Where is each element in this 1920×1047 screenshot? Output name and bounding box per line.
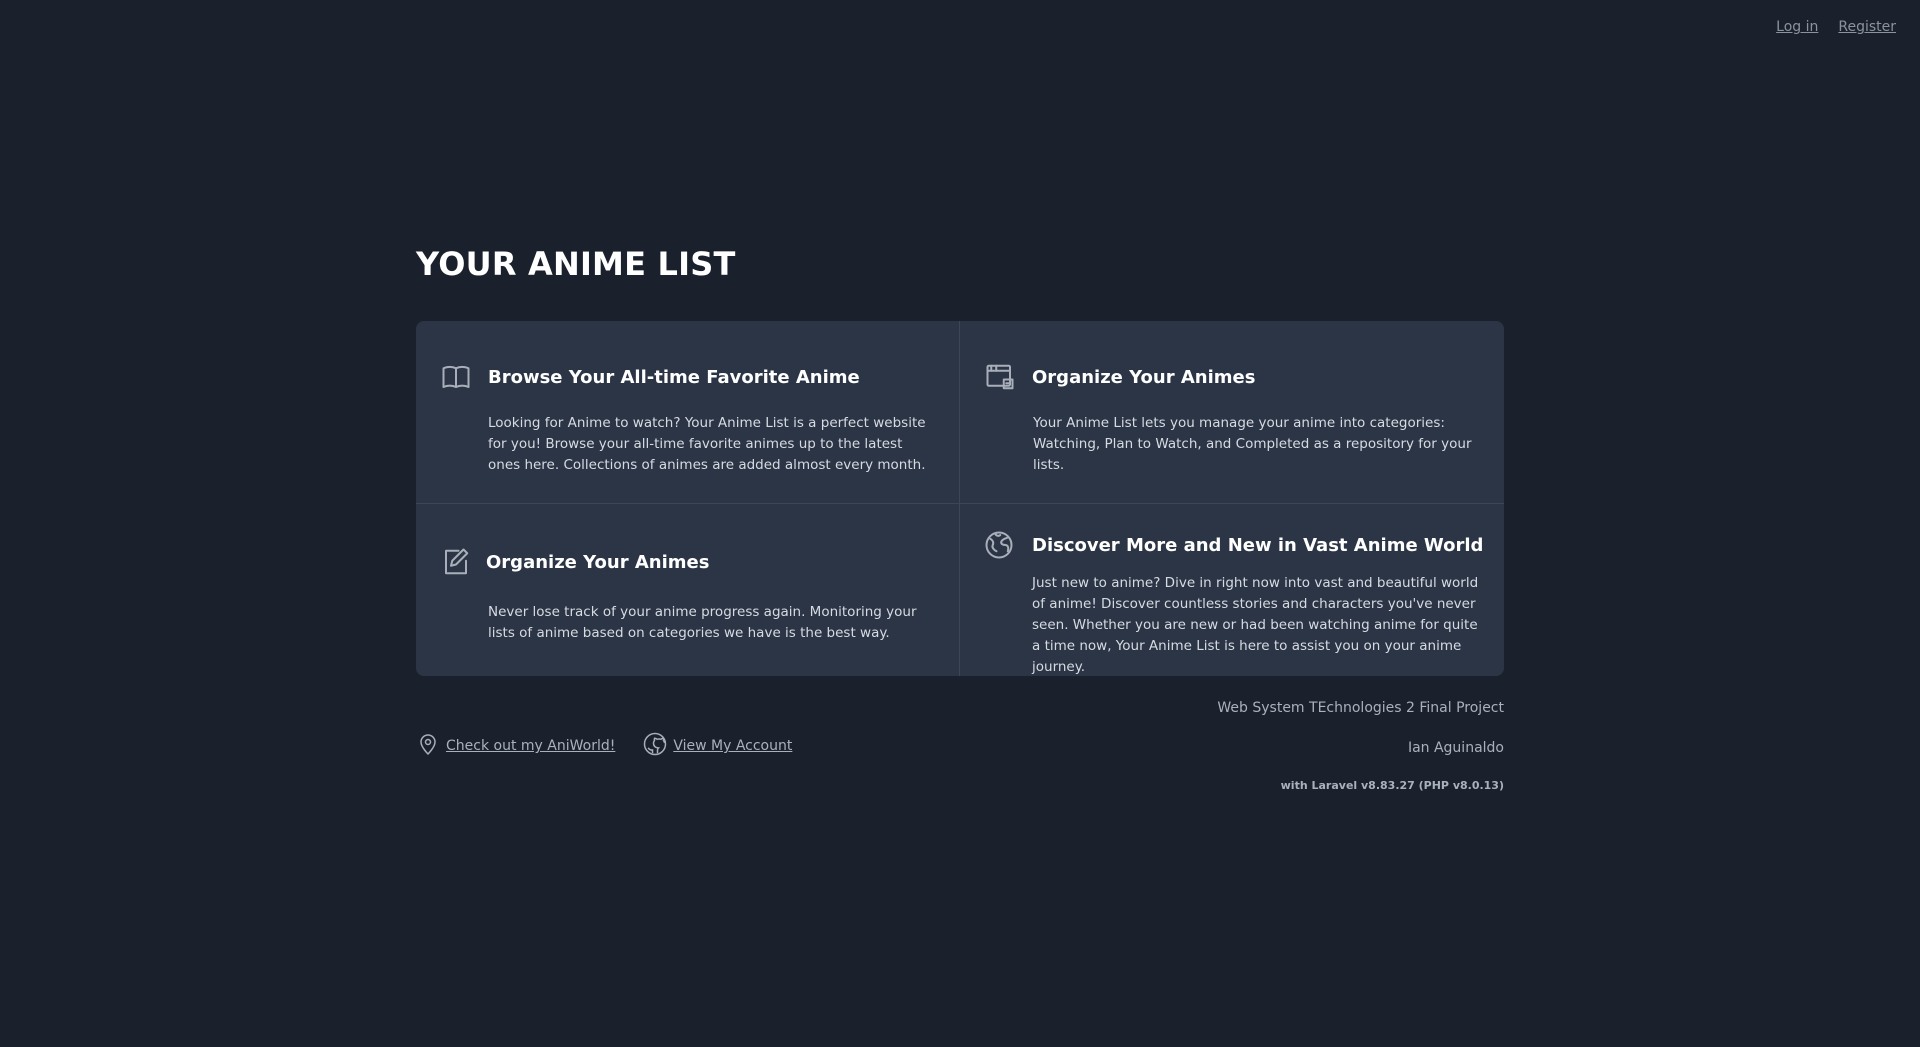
- card-title: Browse Your All-time Favorite Anime: [488, 366, 860, 388]
- github-icon: [643, 732, 667, 760]
- card-title: Discover More and New in Vast Anime Worl…: [1032, 534, 1484, 556]
- aniworld-link-group: Check out my AniWorld!: [416, 732, 615, 760]
- feature-card-browse: Browse Your All-time Favorite Anime Look…: [416, 321, 960, 504]
- feature-card-organize: Organize Your Animes Your Anime List let…: [960, 321, 1504, 504]
- feature-card-track: Organize Your Animes Never lose track of…: [416, 504, 960, 676]
- register-link[interactable]: Register: [1838, 19, 1896, 35]
- main-content: YOUR ANIME LIST Browse Your All-time Fav…: [416, 244, 1504, 796]
- screen-list-icon: [984, 361, 1016, 393]
- globe-icon: [984, 529, 1014, 561]
- account-link-group: View My Account: [643, 732, 792, 760]
- aniworld-link[interactable]: Check out my AniWorld!: [446, 738, 615, 754]
- version-info: with Laravel v8.83.27 (PHP v8.0.13): [1280, 779, 1504, 792]
- page-title: YOUR ANIME LIST: [416, 245, 736, 283]
- map-pin-icon: [416, 732, 440, 760]
- card-body: Just new to anime? Dive in right now int…: [1032, 575, 1479, 675]
- footer: Check out my AniWorld! View My Account W…: [416, 696, 1504, 796]
- login-link[interactable]: Log in: [1776, 19, 1818, 35]
- card-body: Looking for Anime to watch? Your Anime L…: [488, 415, 926, 473]
- feature-card-discover: Discover More and New in Vast Anime Worl…: [960, 504, 1504, 676]
- card-body: Never lose track of your anime progress …: [488, 604, 917, 641]
- top-nav: Log in Register: [1776, 19, 1896, 35]
- footer-info: Web System TEchnologies 2 Final Project …: [1217, 696, 1504, 796]
- edit-note-icon: [440, 546, 472, 578]
- feature-grid: Browse Your All-time Favorite Anime Look…: [416, 321, 1504, 676]
- card-body: Your Anime List lets you manage your ani…: [1033, 415, 1472, 473]
- card-title: Organize Your Animes: [486, 551, 710, 573]
- project-name: Web System TEchnologies 2 Final Project: [1217, 700, 1504, 716]
- author-name: Ian Aguinaldo: [1407, 740, 1504, 756]
- card-title: Organize Your Animes: [1032, 366, 1256, 388]
- book-open-icon: [440, 361, 472, 393]
- footer-links: Check out my AniWorld! View My Account: [416, 696, 792, 796]
- view-account-link[interactable]: View My Account: [673, 738, 792, 754]
